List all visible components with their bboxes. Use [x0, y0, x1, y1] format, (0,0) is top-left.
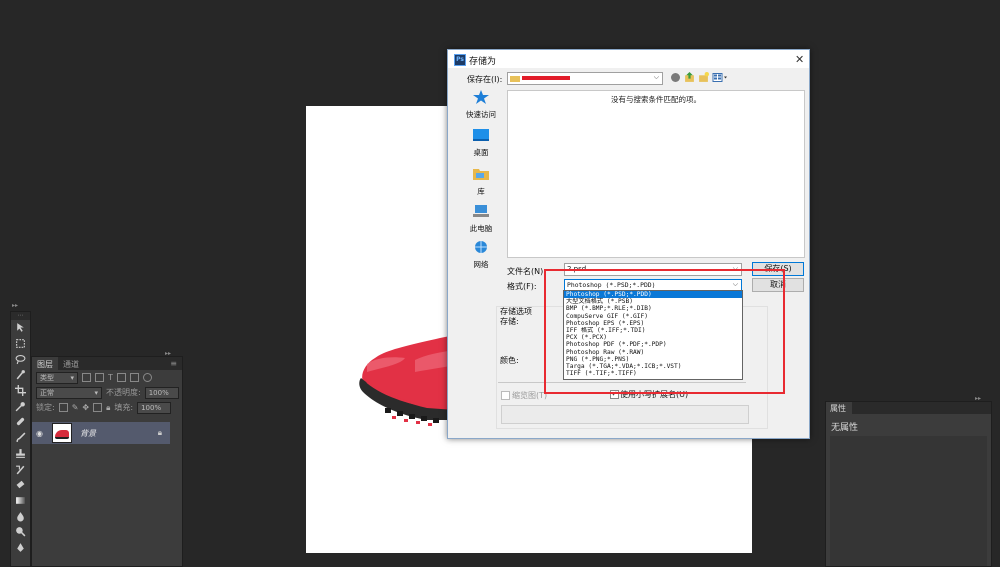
lock-transparent-icon[interactable]	[58, 403, 68, 412]
blur-tool-icon[interactable]	[11, 508, 30, 524]
crop-tool-icon[interactable]	[11, 383, 30, 399]
layer-name[interactable]: 背景	[80, 428, 158, 439]
redacted-path	[522, 76, 570, 80]
close-icon[interactable]: ✕	[795, 53, 804, 66]
photoshop-app-icon: Ps	[454, 54, 466, 66]
fill-label: 填充:	[114, 403, 134, 412]
lock-artboard-icon[interactable]	[93, 403, 103, 412]
tools-collapse-grip[interactable]: ▸▸	[12, 302, 31, 309]
lock-pixels-icon[interactable]: ✎	[72, 403, 79, 412]
store-label: 存储:	[500, 317, 519, 326]
healing-brush-tool-icon[interactable]	[11, 414, 30, 430]
visibility-eye-icon[interactable]: ◉	[36, 429, 48, 438]
gradient-tool-icon[interactable]	[11, 493, 30, 509]
lock-position-icon[interactable]: ✥	[82, 403, 89, 412]
computer-icon	[473, 205, 489, 217]
stamp-tool-icon[interactable]	[11, 446, 30, 462]
lasso-tool-icon[interactable]	[11, 351, 30, 367]
place-quick-access[interactable]: 快速访问	[456, 90, 506, 120]
desktop-icon	[473, 129, 489, 141]
layer-lock-icon: 🔒︎	[157, 428, 162, 437]
quick-select-tool-icon[interactable]	[11, 367, 30, 383]
place-desktop[interactable]: 桌面	[456, 128, 506, 158]
fill-input[interactable]: 100%	[137, 401, 172, 414]
shoe-image	[359, 335, 455, 426]
properties-panel: 属性 无属性	[825, 401, 992, 567]
tab-properties[interactable]: 属性	[826, 402, 852, 414]
empty-list-message: 没有与搜索条件匹配的项。	[611, 95, 701, 104]
eraser-tool-icon[interactable]	[11, 477, 30, 493]
layer-thumbnail	[52, 423, 72, 443]
new-folder-icon[interactable]	[698, 72, 709, 83]
blend-mode-select[interactable]: 正常 ▾	[36, 386, 102, 399]
opacity-label: 不透明度:	[106, 388, 141, 397]
filter-pixel-icon[interactable]	[82, 373, 91, 382]
place-this-pc[interactable]: 此电脑	[456, 204, 506, 234]
place-network[interactable]: 网络	[456, 240, 506, 270]
properties-content	[830, 436, 987, 566]
format-label: 格式(F):	[507, 282, 537, 291]
warning-field	[501, 405, 749, 424]
lock-all-icon[interactable]: 🔒︎	[106, 403, 110, 413]
panel-grip-icon[interactable]: ⋯	[11, 312, 30, 320]
color-label: 颜色:	[500, 356, 519, 365]
dodge-tool-icon[interactable]	[11, 524, 30, 540]
filter-type-icon[interactable]: T	[108, 373, 113, 382]
filter-adjust-icon[interactable]	[95, 373, 104, 382]
tab-layers[interactable]: 图层	[32, 357, 58, 370]
layer-row-background[interactable]: ◉ 背景 🔒︎	[32, 422, 170, 444]
dialog-title: 存储为	[469, 57, 497, 67]
eyedropper-tool-icon[interactable]	[11, 398, 30, 414]
annotation-highlight-box	[544, 269, 785, 394]
view-menu-icon[interactable]	[712, 72, 728, 83]
chevron-down-icon: ⌵	[653, 73, 659, 81]
places-bar: 快速访问 桌面 库 此电脑 网络	[456, 90, 506, 270]
thumbnail-checkbox[interactable]	[501, 391, 510, 400]
network-icon	[475, 241, 487, 253]
pen-tool-icon[interactable]	[11, 540, 30, 556]
lock-label: 锁定:	[36, 403, 55, 412]
tab-channels[interactable]: 通道	[58, 357, 84, 370]
filter-smart-icon[interactable]	[129, 373, 139, 382]
up-folder-icon[interactable]	[684, 72, 695, 83]
layers-panel: 图层 通道 ≡ 类型 ▾ T 正常 ▾ 不透明度: 100% 锁定: ✎ ✥ 🔒︎ …	[31, 356, 183, 567]
opacity-input[interactable]: 100%	[144, 386, 179, 399]
save-in-label: 保存在(I):	[467, 75, 503, 84]
marquee-tool-icon[interactable]	[11, 336, 30, 352]
folder-icon	[510, 76, 520, 82]
star-icon	[473, 90, 489, 104]
dialog-title-bar[interactable]: Ps 存储为 ✕	[448, 50, 809, 68]
layer-filter-select[interactable]: 类型 ▾	[36, 371, 78, 384]
place-libraries[interactable]: 库	[456, 167, 506, 197]
file-list[interactable]: 没有与搜索条件匹配的项。	[507, 90, 805, 258]
brush-tool-icon[interactable]	[11, 430, 30, 446]
filename-label: 文件名(N):	[507, 267, 546, 276]
tools-panel: ⋯	[10, 311, 31, 567]
filter-toggle-icon[interactable]	[142, 373, 152, 382]
move-tool-icon[interactable]	[11, 320, 30, 336]
thumbnail-label: 缩览图(T)	[512, 391, 548, 400]
save-in-select[interactable]: ⌵	[507, 72, 663, 85]
filter-shape-icon[interactable]	[116, 373, 126, 382]
library-folder-icon	[473, 169, 489, 180]
panel-menu-icon[interactable]: ≡	[165, 357, 182, 370]
history-brush-tool-icon[interactable]	[11, 461, 30, 477]
back-icon[interactable]	[671, 73, 680, 82]
